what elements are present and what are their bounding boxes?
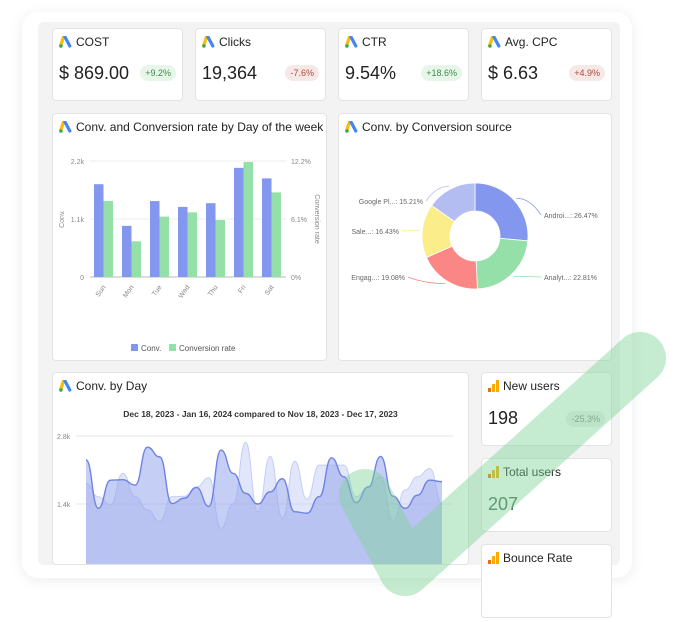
slice-label-name: Analyt...: [544, 275, 569, 282]
bar-conv-Wed[interactable]: [178, 206, 188, 277]
y2-tick-label: 6.1%: [291, 217, 307, 224]
slice-label: Google Pl...: 15.21%: [359, 199, 423, 206]
x-tick-label: Sun: [95, 284, 108, 298]
y-axis-label: Conv.: [59, 210, 66, 228]
legend-swatch-conv: [131, 344, 138, 351]
y2-tick-label: 0%: [291, 275, 301, 282]
google-ads-icon: [202, 36, 215, 48]
y2-tick-label: 12.2%: [291, 159, 311, 166]
x-tick-label: Thu: [207, 284, 220, 298]
slice-label-name: Sale...: [352, 229, 372, 236]
side-card: Total users 207: [481, 458, 612, 532]
bar-rate-Wed[interactable]: [187, 212, 198, 277]
bar-rate-Fri[interactable]: [243, 161, 254, 277]
kpi-card-avg-cpc: Avg. CPC $ 6.63 +4.9%: [481, 28, 612, 101]
legend-label[interactable]: Conversion rate: [179, 344, 236, 353]
side-card: New users 198 -25.3%: [481, 372, 612, 446]
kpi-change-badge: +4.9%: [569, 65, 605, 81]
kpi-title-text: COST: [76, 35, 110, 49]
side-card-value: 198: [488, 408, 519, 428]
x-tick-label: Tue: [151, 284, 164, 298]
analytics-icon: [488, 552, 499, 564]
side-card: Bounce Rate: [481, 544, 612, 618]
y-tick-label: 2.2k: [71, 159, 85, 166]
slice-label: Sale...: 16.43%: [352, 229, 400, 236]
kpi-card-clicks: Clicks 19,364 -7.6%: [195, 28, 326, 101]
side-card-title-text: Bounce Rate: [503, 551, 573, 565]
google-ads-icon: [345, 36, 358, 48]
area-chart: 1.4k 2.8k: [57, 434, 453, 564]
side-card-change-badge: -25.3%: [566, 411, 605, 427]
kpi-title: CTR: [345, 35, 387, 49]
slice-label: Analyt...: 22.81%: [544, 275, 597, 282]
donut-slice[interactable]: [474, 182, 529, 242]
slice-label-name: Google Pl...: [359, 199, 396, 206]
x-tick-label: Wed: [178, 284, 192, 300]
y2-axis-label: Conversion rate: [313, 194, 320, 244]
x-tick-label: Sat: [264, 284, 276, 297]
kpi-change-badge: +18.6%: [421, 65, 462, 81]
kpi-value: 19,364: [202, 63, 258, 83]
kpi-value: $ 869.00: [59, 63, 130, 83]
kpi-title: COST: [59, 35, 109, 49]
legend-label[interactable]: Conv.: [141, 344, 161, 353]
donut-chart: Androi...: 26.47% Analyt...: 22.81% Engag.…: [351, 182, 598, 290]
leader-line: [407, 276, 446, 285]
bar-conv-Sat[interactable]: [262, 178, 272, 277]
kpi-change-badge: -7.6%: [285, 65, 319, 81]
kpi-title: Clicks: [202, 35, 251, 49]
kpi-title-text: CTR: [362, 35, 387, 49]
area-chart-card: Conv. by Day Dec 18, 2023 - Jan 16, 2024…: [52, 372, 469, 565]
kpi-card-cost: COST $ 869.00 +9.2%: [52, 28, 183, 101]
kpi-title-text: Clicks: [219, 35, 251, 49]
slice-label: Androi...: 26.47%: [544, 213, 598, 220]
bar-conv-Sun[interactable]: [94, 184, 104, 277]
bar-rate-Tue[interactable]: [159, 216, 170, 277]
y-tick-label: 2.8k: [57, 434, 71, 441]
kpi-card-ctr: CTR 9.54% +18.6%: [338, 28, 469, 101]
bar-chart-card: Conv. and Conversion rate by Day of the …: [52, 113, 327, 361]
slice-label: Engag...: 19.08%: [351, 275, 405, 282]
analytics-icon: [488, 380, 499, 392]
current-area: [86, 447, 442, 564]
y-tick-label: 0: [80, 275, 84, 282]
google-ads-icon: [488, 36, 501, 48]
y-tick-label: 1.1k: [71, 217, 85, 224]
side-card-title-text: New users: [503, 379, 560, 393]
side-card-title: Bounce Rate: [488, 551, 572, 565]
bar-conv-Thu[interactable]: [206, 203, 216, 277]
analytics-icon: [488, 466, 499, 478]
x-tick-label: Fri: [237, 284, 248, 295]
kpi-value: 9.54%: [345, 63, 397, 83]
y-tick-label: 1.4k: [57, 502, 71, 509]
bar-conv-Fri[interactable]: [234, 167, 244, 277]
bar-rate-Thu[interactable]: [215, 219, 226, 277]
kpi-value: $ 6.63: [488, 63, 539, 83]
bar-chart: 0 0% 1.1k 6.1% 2.2k 12.2% Conv. Conversion rate…: [59, 159, 320, 353]
bar-conv-Mon[interactable]: [122, 225, 132, 277]
kpi-title: Avg. CPC: [488, 35, 557, 49]
bar-rate-Sun[interactable]: [103, 200, 114, 277]
x-tick-label: Mon: [122, 284, 136, 299]
google-ads-icon: [59, 36, 72, 48]
leader-line: [401, 230, 420, 232]
bar-conv-Tue[interactable]: [150, 201, 160, 277]
slice-label-name: Androi...: [544, 213, 570, 220]
legend-swatch-rate: [169, 344, 176, 351]
side-card-title: Total users: [488, 465, 561, 479]
kpi-title-text: Avg. CPC: [505, 35, 558, 49]
side-card-title: New users: [488, 379, 560, 393]
side-card-value: 207: [488, 494, 519, 514]
slice-label-name: Engag...: [351, 275, 377, 282]
kpi-change-badge: +9.2%: [140, 65, 176, 81]
bar-rate-Mon[interactable]: [131, 241, 142, 277]
donut-chart-card: Conv. by Conversion source Androi...: 26.…: [338, 113, 612, 361]
side-card-title-text: Total users: [503, 465, 562, 479]
bar-rate-Sat[interactable]: [271, 192, 282, 277]
donut-slice[interactable]: [475, 237, 529, 290]
